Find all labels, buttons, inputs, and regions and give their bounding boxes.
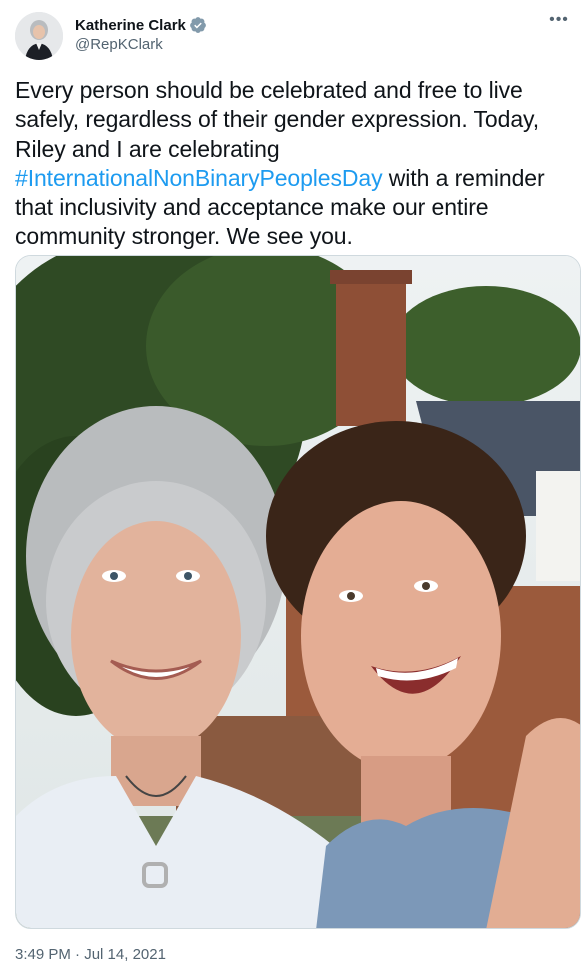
author-handle[interactable]: @RepKClark (75, 36, 207, 53)
name-row: Katherine Clark (75, 15, 207, 35)
display-name[interactable]: Katherine Clark (75, 17, 186, 34)
tweet-header: Katherine Clark @RepKClark ••• (15, 12, 572, 60)
tweet-timestamp: 3:49 PM · Jul 14, 2021 (15, 946, 166, 963)
tweet-text-part-1: Every person should be celebrated and fr… (15, 77, 539, 162)
avatar[interactable] (15, 12, 63, 60)
avatar-image (15, 12, 63, 60)
hashtag-link[interactable]: #InternationalNonBinaryPeoplesDay (15, 165, 383, 191)
tweet: Katherine Clark @RepKClark ••• Every per… (0, 0, 587, 972)
timestamp-separator: · (75, 946, 81, 963)
photo-image (16, 256, 580, 928)
more-options-icon[interactable]: ••• (546, 12, 572, 34)
tweet-time[interactable]: 3:49 PM (15, 946, 71, 963)
tweet-date[interactable]: Jul 14, 2021 (84, 946, 166, 963)
author-info: Katherine Clark @RepKClark (75, 15, 207, 53)
tweet-text: Every person should be celebrated and fr… (15, 76, 575, 252)
tweet-photo[interactable] (15, 255, 581, 929)
verified-badge-icon (189, 16, 207, 34)
